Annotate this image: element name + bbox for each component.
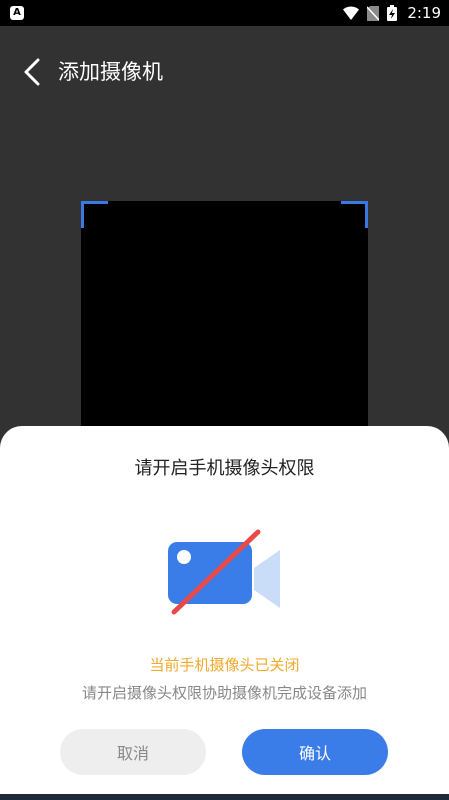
status-time: 2:19 <box>407 4 441 22</box>
page-title: 添加摄像机 <box>58 60 163 84</box>
notification-icon: A <box>10 6 24 20</box>
permission-hint: 请开启摄像头权限协助摄像机完成设备添加 <box>81 684 367 702</box>
status-icons: 2:19 <box>343 0 441 26</box>
status-bar: A 2:19 <box>0 0 449 26</box>
no-sim-icon <box>367 5 380 21</box>
camera-preview <box>81 201 368 441</box>
battery-charging-icon <box>387 5 398 21</box>
camera-off-status: 当前手机摄像头已关闭 <box>149 656 300 674</box>
chevron-left-icon <box>24 58 40 86</box>
confirm-button[interactable]: 确认 <box>242 729 388 775</box>
scan-frame-corner-top-right <box>341 201 368 228</box>
wifi-icon <box>343 6 360 20</box>
camera-off-icon <box>168 529 280 615</box>
back-button[interactable] <box>10 54 54 90</box>
dialog-title: 请开启手机摄像头权限 <box>134 458 315 479</box>
title-bar: 添加摄像机 <box>0 26 449 118</box>
navigation-bar <box>0 794 449 800</box>
cancel-button[interactable]: 取消 <box>60 729 206 775</box>
permission-dialog: 请开启手机摄像头权限 当前手机摄像头已关闭 请开启摄像头权限协助摄像机完成设备添… <box>0 426 449 800</box>
scan-frame-corner-top-left <box>81 201 108 228</box>
